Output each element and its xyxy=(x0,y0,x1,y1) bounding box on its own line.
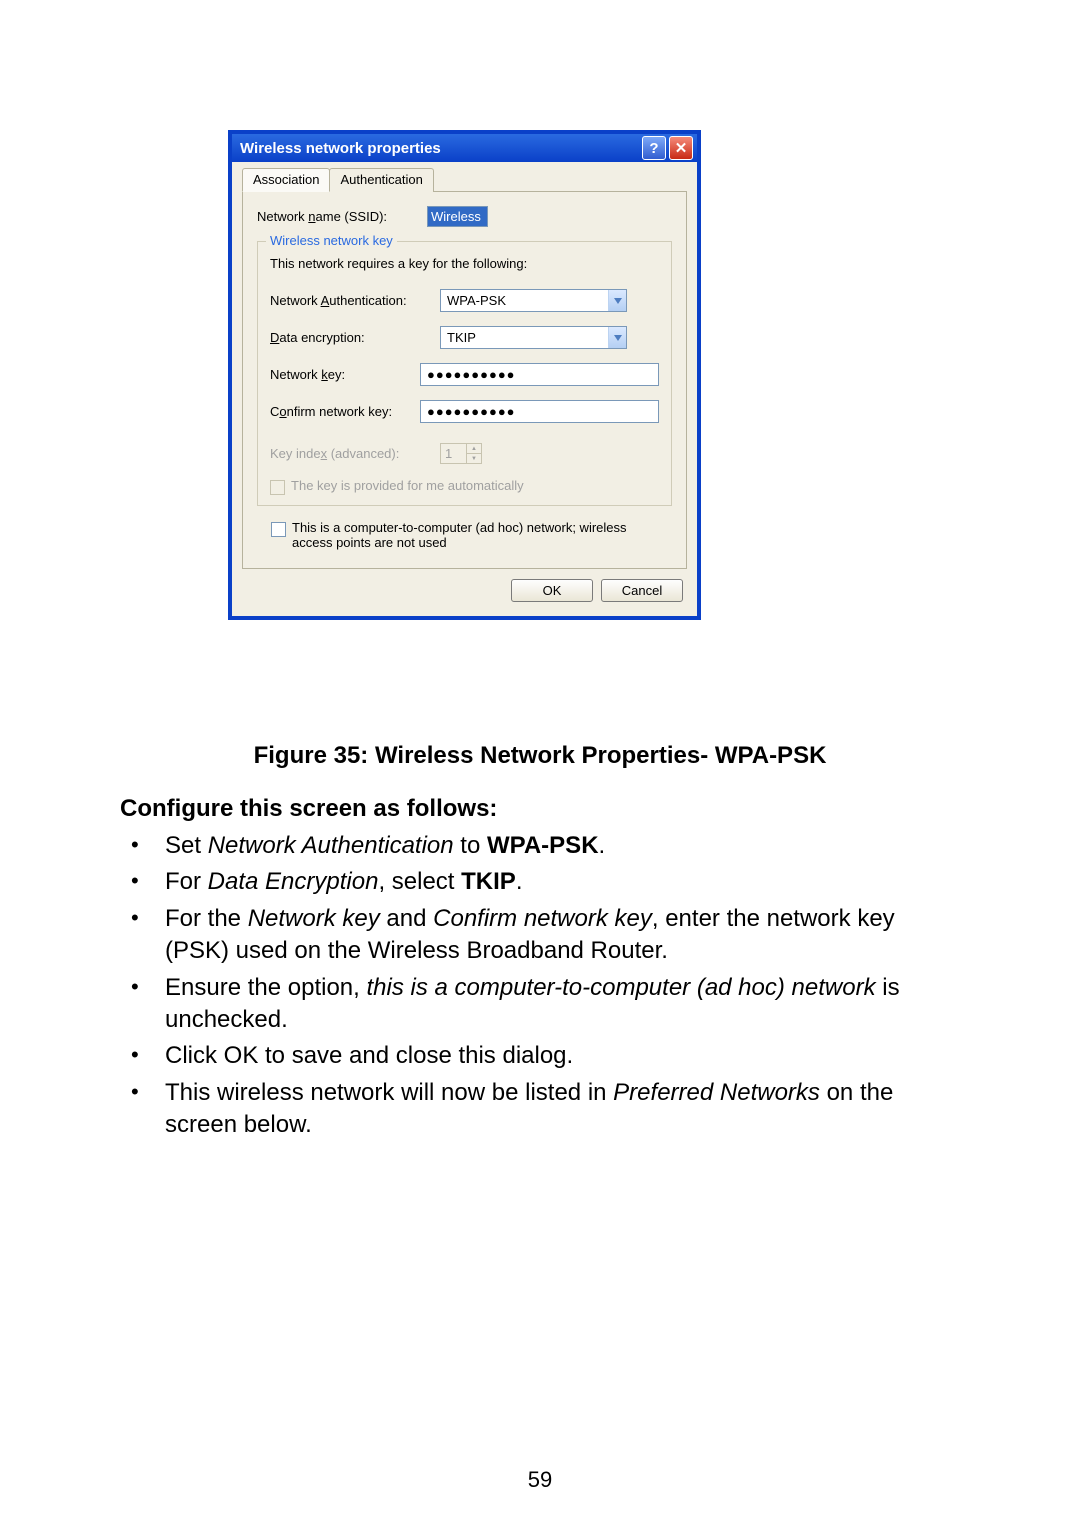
list-item: For Data Encryption, select TKIP. xyxy=(165,866,960,898)
confirm-key-label: Confirm network key: xyxy=(270,404,420,419)
encryption-select[interactable]: TKIP xyxy=(440,326,627,349)
close-icon: ✕ xyxy=(675,141,688,156)
key-index-spinner: 1 ▲ ▼ xyxy=(440,443,482,464)
instructions-list: Set Network Authentication to WPA-PSK. F… xyxy=(120,830,960,1146)
key-index-value: 1 xyxy=(441,444,466,463)
network-key-input[interactable]: ●●●●●●●●●● xyxy=(420,363,659,386)
tabpanel-association: Network name (SSID): Wireless Wireless n… xyxy=(242,191,687,569)
page-number: 59 xyxy=(0,1467,1080,1493)
titlebar-title: Wireless network properties xyxy=(240,140,441,157)
netkey-label: Network key: xyxy=(270,367,420,382)
chevron-down-icon xyxy=(608,327,626,348)
wireless-properties-dialog: Wireless network properties ? ✕ Associat… xyxy=(228,130,701,620)
tab-association[interactable]: Association xyxy=(242,168,330,192)
list-item: Ensure the option, this is a computer-to… xyxy=(165,972,960,1037)
autokey-label: The key is provided for me automatically xyxy=(291,478,659,493)
list-item: For the Network key and Confirm network … xyxy=(165,903,960,968)
group-legend: Wireless network key xyxy=(266,233,397,248)
dialog-button-row: OK Cancel xyxy=(232,569,697,616)
ssid-input[interactable]: Wireless xyxy=(427,206,488,227)
adhoc-label: This is a computer-to-computer (ad hoc) … xyxy=(292,520,658,550)
confirm-key-input[interactable]: ●●●●●●●●●● xyxy=(420,400,659,423)
spinner-down-icon: ▼ xyxy=(467,454,481,463)
encryption-select-value: TKIP xyxy=(441,327,608,348)
titlebar: Wireless network properties ? ✕ xyxy=(232,134,697,162)
autokey-checkbox xyxy=(270,480,285,495)
cancel-button[interactable]: Cancel xyxy=(601,579,683,602)
help-button[interactable]: ? xyxy=(642,136,666,160)
group-desc: This network requires a key for the foll… xyxy=(270,256,659,271)
encryption-label: Data encryption: xyxy=(270,330,440,345)
figure-caption: Figure 35: Wireless Network Properties- … xyxy=(0,742,1080,770)
wireless-key-group: Wireless network key This network requir… xyxy=(257,241,672,506)
spinner-up-icon: ▲ xyxy=(467,444,481,454)
list-item: This wireless network will now be listed… xyxy=(165,1077,960,1142)
list-item: Click OK to save and close this dialog. xyxy=(165,1040,960,1072)
chevron-down-icon xyxy=(608,290,626,311)
key-index-label: Key index (advanced): xyxy=(270,446,440,461)
help-icon: ? xyxy=(649,141,658,156)
tabstrip: Association Authentication xyxy=(232,162,697,192)
close-button[interactable]: ✕ xyxy=(669,136,693,160)
tab-authentication[interactable]: Authentication xyxy=(329,168,433,192)
ssid-label: Network name (SSID): xyxy=(257,209,427,224)
auth-select-value: WPA-PSK xyxy=(441,290,608,311)
adhoc-checkbox[interactable] xyxy=(271,522,286,537)
ok-button[interactable]: OK xyxy=(511,579,593,602)
instructions-heading: Configure this screen as follows: xyxy=(120,795,497,823)
auth-label: Network Authentication: xyxy=(270,293,440,308)
list-item: Set Network Authentication to WPA-PSK. xyxy=(165,830,960,862)
auth-select[interactable]: WPA-PSK xyxy=(440,289,627,312)
